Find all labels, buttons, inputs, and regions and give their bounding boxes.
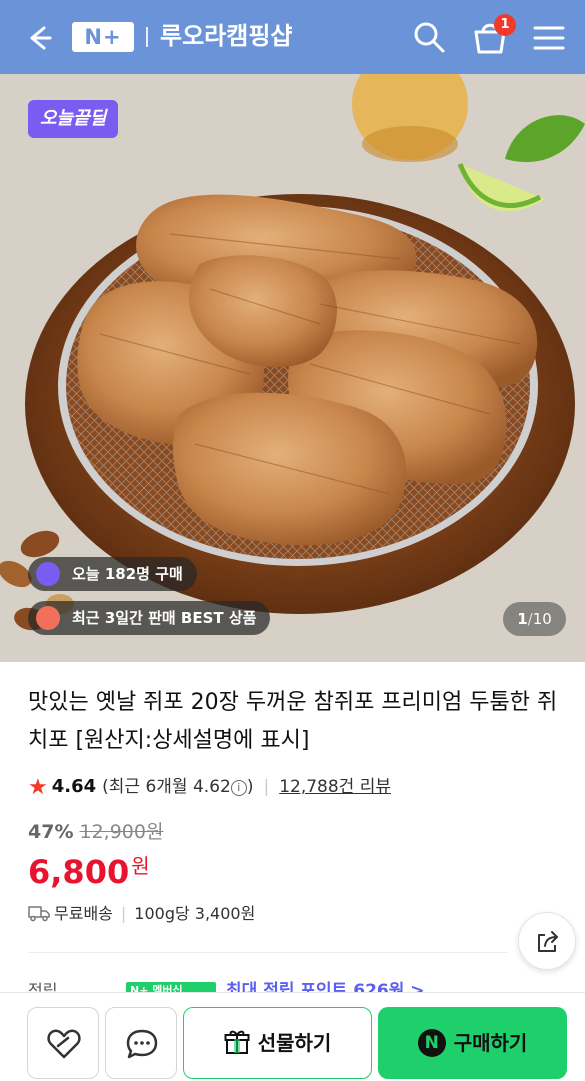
best-seller-pill: 최근 3일간 판매 BEST 상품: [28, 601, 271, 635]
naver-n-icon: N: [417, 1029, 446, 1057]
gift-button[interactable]: 선물하기: [183, 1007, 372, 1079]
gift-icon: [224, 1030, 250, 1054]
cart-count-badge: 1: [494, 14, 516, 36]
sale-price: 6,800: [28, 853, 130, 891]
recent-rating: (최근 6개월 4.62 i): [102, 777, 253, 797]
currency-unit: 원: [131, 854, 150, 878]
unit-price: 100g당 3,400원: [134, 904, 256, 923]
discount-percent: 47%: [28, 821, 74, 843]
divider: |: [120, 904, 127, 923]
bottom-action-bar: 선물하기 N 구매하기: [0, 992, 585, 1081]
gift-box-icon: [36, 606, 60, 630]
product-image-carousel[interactable]: 오늘끝딜 오늘 182명 구매 최근 3일간 판매 BEST 상품 1/10: [0, 74, 585, 662]
discount-row: 47% 12,900원: [28, 818, 163, 846]
shipping-row: 무료배송 | 100g당 3,400원: [28, 900, 255, 928]
talk-talk-button[interactable]: [105, 1007, 177, 1079]
info-icon[interactable]: i: [230, 780, 247, 796]
original-price: 12,900원: [79, 821, 164, 843]
rating-row: ★ 4.64 (최근 6개월 4.62 i) | 12,788건 리뷰: [28, 772, 391, 802]
buy-button[interactable]: N 구매하기: [378, 1007, 567, 1079]
menu-icon[interactable]: [532, 24, 566, 52]
today-purchase-text: 오늘 182명 구매: [72, 565, 183, 583]
price-row: 6,800 원: [28, 850, 150, 894]
back-arrow-icon[interactable]: [22, 22, 54, 54]
search-icon[interactable]: [412, 20, 446, 54]
review-count-link[interactable]: 12,788건 리뷰: [279, 777, 391, 797]
best-seller-text: 최근 3일간 판매 BEST 상품: [72, 609, 257, 627]
truck-icon: [28, 906, 50, 922]
recent-rating-close: ): [246, 777, 254, 797]
section-divider: [28, 952, 508, 953]
today-deal-badge: 오늘끝딜: [28, 100, 119, 138]
wishlist-button[interactable]: [27, 1007, 99, 1079]
product-title: 맛있는 옛날 쥐포 20장 두꺼운 참쥐포 프리미엄 두툼한 쥐치포 [원산지:…: [28, 690, 558, 753]
recent-rating-text: (최근 6개월 4.62: [102, 777, 231, 797]
naver-plus-logo[interactable]: N+: [72, 22, 134, 52]
image-counter: 1/10: [503, 602, 566, 636]
shipping-text: 무료배송: [54, 904, 113, 923]
shopping-bag-icon: [36, 562, 60, 586]
buy-label: 구매하기: [453, 1031, 528, 1055]
share-icon: [538, 931, 558, 952]
chat-icon: [126, 1029, 158, 1059]
gift-label: 선물하기: [257, 1031, 332, 1055]
heart-icon: [47, 1029, 81, 1059]
header-divider: [146, 27, 148, 47]
image-counter-total: 10: [532, 610, 552, 628]
divider: |: [263, 777, 270, 797]
star-icon: ★: [28, 775, 48, 800]
today-purchase-pill: 오늘 182명 구매: [28, 557, 197, 591]
store-name[interactable]: 루오라캠핑샵: [160, 18, 292, 54]
image-counter-current: 1: [517, 610, 528, 628]
rating-score: 4.64: [51, 776, 97, 797]
app-header: N+ 루오라캠핑샵 1: [0, 0, 585, 74]
share-button[interactable]: [518, 912, 576, 970]
